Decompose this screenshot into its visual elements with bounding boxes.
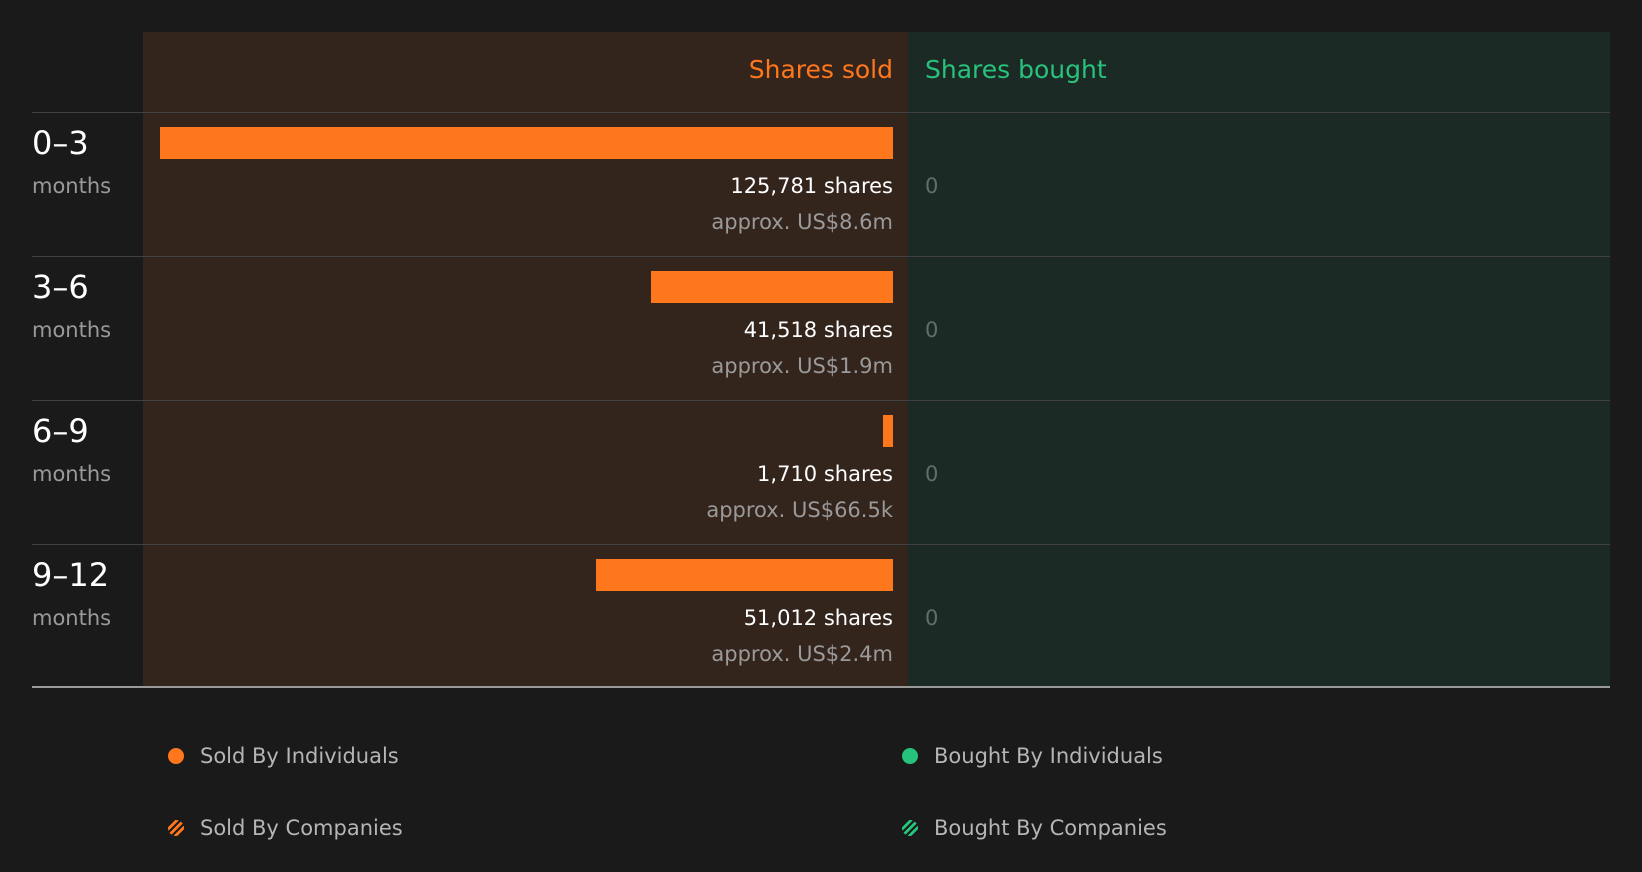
solid-dot-icon	[168, 748, 184, 764]
period-unit: months	[32, 318, 112, 342]
period-unit: months	[32, 174, 112, 198]
period-row-9-12: 9–12 months 51,012 shares approx. US$2.4…	[0, 545, 1642, 689]
shares-sold-count: 1,710 shares	[757, 462, 893, 486]
shares-sold-value: approx. US$2.4m	[711, 642, 893, 666]
legend-label: Bought By Individuals	[934, 744, 1163, 768]
shares-sold-count: 125,781 shares	[730, 174, 893, 198]
shares-sold-bar[interactable]	[596, 559, 893, 591]
hatched-dot-icon	[168, 820, 184, 836]
period-row-3-6: 3–6 months 41,518 shares approx. US$1.9m…	[0, 257, 1642, 401]
shares-bought-count: 0	[925, 606, 939, 630]
period-range: 6–9	[32, 412, 89, 450]
legend-label: Sold By Individuals	[200, 744, 399, 768]
shares-bought-count: 0	[925, 462, 939, 486]
period-unit: months	[32, 462, 112, 486]
period-unit: months	[32, 606, 112, 630]
shares-sold-count: 51,012 shares	[743, 606, 893, 630]
legend-label: Bought By Companies	[934, 816, 1167, 840]
shares-sold-value: approx. US$66.5k	[706, 498, 893, 522]
legend-label: Sold By Companies	[200, 816, 403, 840]
solid-dot-icon	[902, 748, 918, 764]
period-range: 3–6	[32, 268, 89, 306]
shares-bought-count: 0	[925, 174, 939, 198]
period-range: 9–12	[32, 556, 110, 594]
shares-sold-header: Shares sold	[748, 55, 893, 84]
shares-sold-count: 41,518 shares	[743, 318, 893, 342]
shares-sold-bar[interactable]	[651, 271, 893, 303]
shares-sold-value: approx. US$8.6m	[711, 210, 893, 234]
hatched-dot-icon	[902, 820, 918, 836]
shares-bought-count: 0	[925, 318, 939, 342]
shares-sold-bar[interactable]	[160, 127, 893, 159]
period-row-6-9: 6–9 months 1,710 shares approx. US$66.5k…	[0, 401, 1642, 545]
period-range: 0–3	[32, 124, 89, 162]
period-row-0-3: 0–3 months 125,781 shares approx. US$8.6…	[0, 113, 1642, 257]
shares-sold-bar[interactable]	[883, 415, 893, 447]
shares-bought-header: Shares bought	[925, 55, 1107, 84]
shares-sold-value: approx. US$1.9m	[711, 354, 893, 378]
